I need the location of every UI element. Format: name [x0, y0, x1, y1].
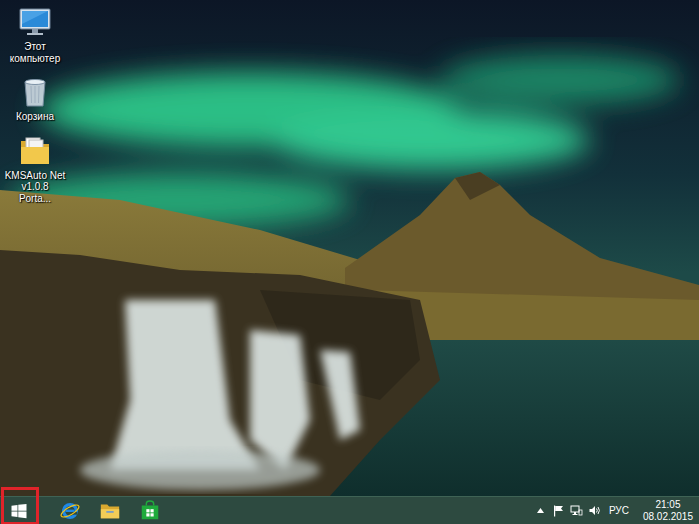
desktop-icon-label[interactable]: Этот компьютер	[2, 40, 68, 65]
clock-date: 08.02.2015	[643, 511, 693, 523]
desktop-icon-label[interactable]: KMSAuto Net v1.0.8 Porta...	[2, 169, 68, 206]
network-icon[interactable]	[570, 504, 583, 517]
start-highlight	[1, 487, 39, 524]
desktop-icons: Этот компьютер Корзина KMSAuto Net v1.0.8 …	[0, 0, 74, 205]
wallpaper	[0, 0, 699, 496]
clock[interactable]: 21:0508.02.2015	[637, 499, 693, 523]
computer-icon[interactable]	[17, 4, 53, 40]
volume-icon[interactable]	[588, 504, 601, 517]
action-center-flag-icon[interactable]	[552, 504, 565, 517]
recycle-bin-icon[interactable]	[17, 74, 53, 110]
taskbar: РУС 21:0508.02.2015	[0, 496, 699, 524]
store-icon[interactable]	[139, 500, 161, 522]
clock-time: 21:05	[643, 499, 693, 511]
desktop: Этот компьютер Корзина KMSAuto Net v1.0.8 …	[0, 0, 699, 496]
taskbar-explorer-button[interactable]	[90, 497, 130, 524]
ie-icon[interactable]	[59, 500, 81, 522]
input-language[interactable]: РУС	[606, 503, 632, 518]
explorer-icon[interactable]	[99, 500, 121, 522]
desktop-icon[interactable]: KMSAuto Net v1.0.8 Porta...	[2, 133, 68, 206]
taskbar-ie-button[interactable]	[50, 497, 90, 524]
system-tray: РУС 21:0508.02.2015	[534, 499, 699, 523]
show-hidden-icons-icon[interactable]	[534, 504, 547, 517]
desktop-screen: Этот компьютер Корзина KMSAuto Net v1.0.8 …	[0, 0, 699, 524]
windows-logo-icon	[10, 502, 28, 520]
start-button[interactable]	[0, 497, 38, 524]
desktop-icon[interactable]: Корзина	[2, 74, 68, 124]
desktop-icon-label[interactable]: Корзина	[14, 110, 56, 124]
folder-icon[interactable]	[17, 133, 53, 169]
desktop-icon[interactable]: Этот компьютер	[2, 4, 68, 65]
taskbar-store-button[interactable]	[130, 497, 170, 524]
